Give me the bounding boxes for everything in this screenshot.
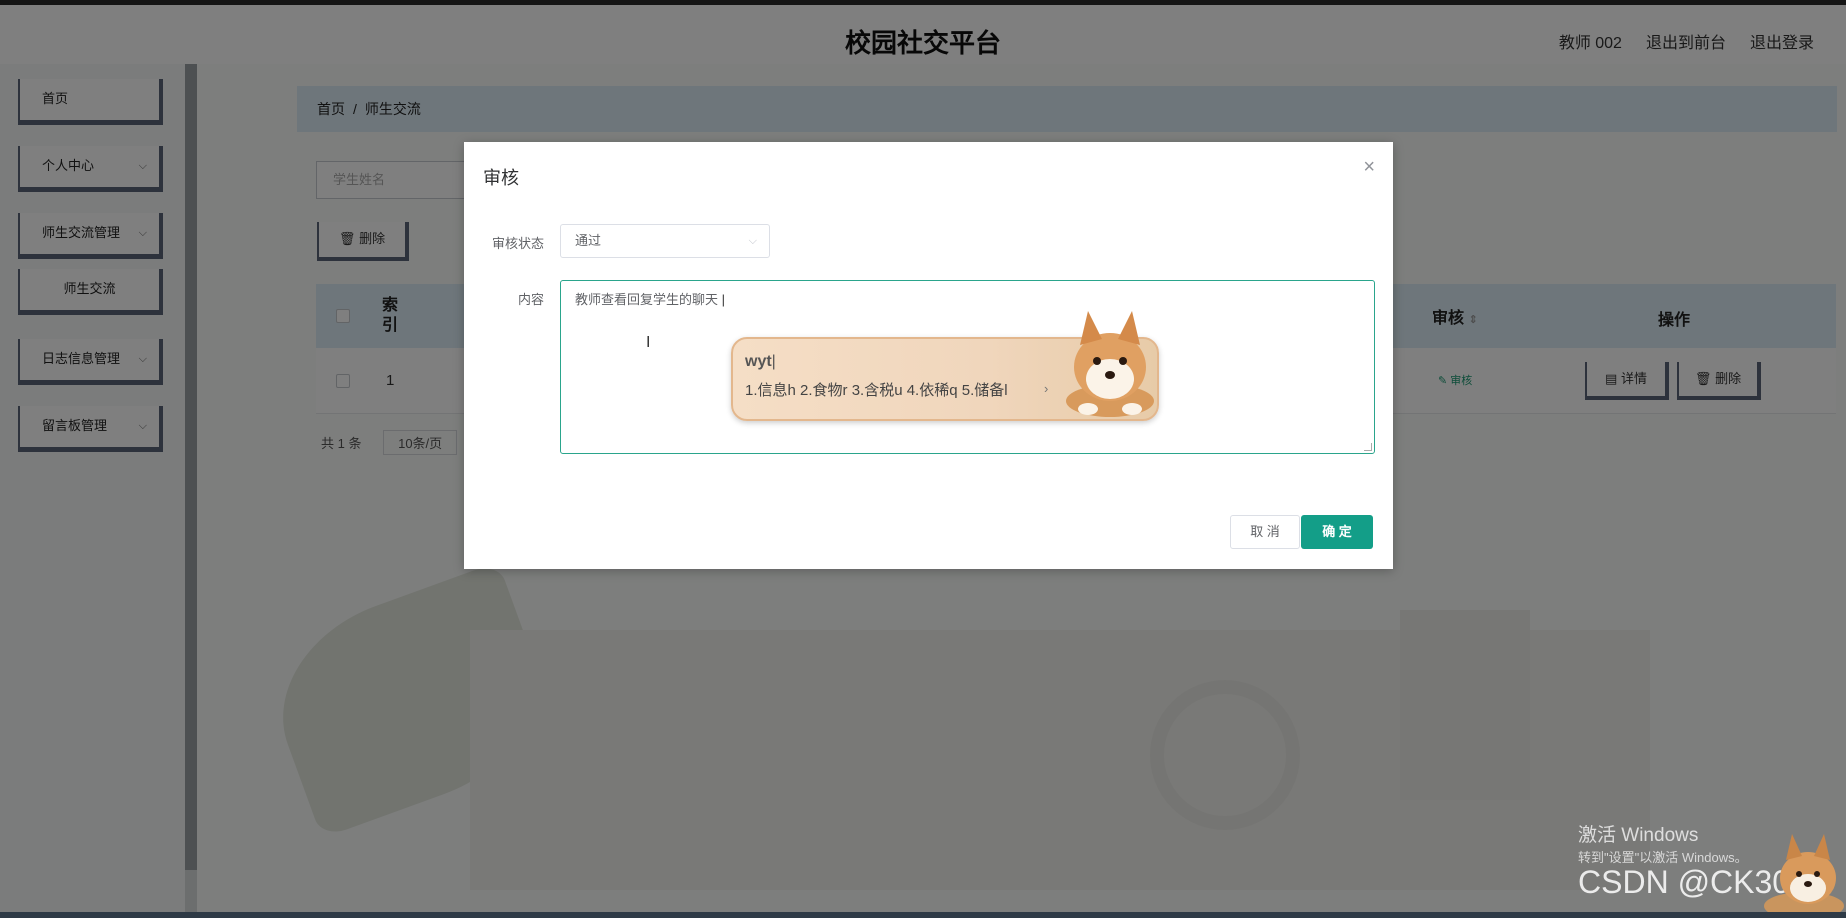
ime-candidates[interactable]: 1.信息h 2.食物r 3.含税u 4.依稀q 5.储备l xyxy=(745,379,1008,400)
audit-status-label: 审核状态 xyxy=(491,236,544,251)
audit-status-select[interactable]: 通过 ⌵ xyxy=(560,224,770,258)
shiba-dog-sticker-icon xyxy=(1764,834,1844,918)
audit-status-value: 通过 xyxy=(575,233,602,248)
dialog-title: 审核 xyxy=(483,168,519,188)
ime-caret: | xyxy=(771,353,776,370)
close-icon[interactable]: × xyxy=(1363,156,1375,179)
cancel-button[interactable]: 取 消 xyxy=(1230,515,1300,549)
audit-dialog: 审核 × 审核状态 通过 ⌵ 内容 教师查看回复学生的聊天 | I wyt| 1… xyxy=(464,142,1393,569)
content-value: 教师查看回复学生的聊天 xyxy=(575,292,719,307)
content-label: 内容 xyxy=(517,292,544,307)
text-cursor-icon: I xyxy=(646,334,651,351)
confirm-button[interactable]: 确 定 xyxy=(1301,515,1373,549)
ime-pinyin: wyt| xyxy=(745,353,776,371)
ime-candidate-popup: wyt| 1.信息h 2.食物r 3.含税u 4.依稀q 5.储备l › xyxy=(731,311,1159,421)
text-caret: | xyxy=(718,292,726,307)
shiba-dog-icon xyxy=(1066,311,1154,417)
chevron-down-icon: ⌵ xyxy=(748,235,757,247)
ime-next-page-icon[interactable]: › xyxy=(1044,381,1048,396)
ime-pinyin-text: wyt xyxy=(745,353,772,370)
windows-activation-watermark: 激活 Windows xyxy=(1578,825,1699,846)
resize-handle-icon[interactable] xyxy=(1364,443,1372,451)
taskbar-strip xyxy=(0,912,1846,918)
